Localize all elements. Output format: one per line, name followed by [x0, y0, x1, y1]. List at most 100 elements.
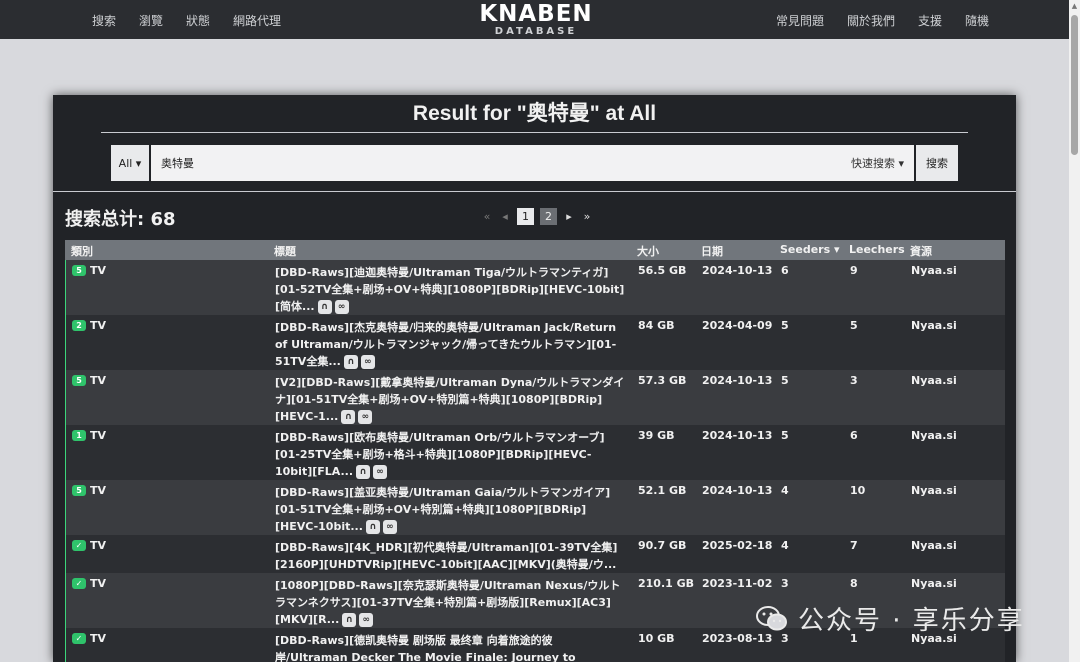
header-date[interactable]: 日期: [701, 243, 723, 259]
next-page-icon[interactable]: ▸: [563, 210, 575, 223]
page-1[interactable]: 1: [517, 208, 534, 225]
category-label[interactable]: TV: [90, 632, 106, 645]
category-label[interactable]: TV: [90, 539, 106, 552]
size-cell: 84 GB: [638, 319, 675, 332]
leechers-cell: 3: [850, 374, 858, 387]
source-cell[interactable]: Nyaa.si: [911, 577, 957, 590]
category-cell: 5 TV: [72, 374, 106, 387]
source-cell[interactable]: Nyaa.si: [911, 374, 957, 387]
source-cell[interactable]: Nyaa.si: [911, 539, 957, 552]
table-row[interactable]: 5 TV [V2][DBD-Raws][戴拿奥特曼/Ultraman Dyna/ウル…: [65, 370, 1005, 425]
date-cell: 2024-04-09: [702, 319, 773, 332]
link-icon[interactable]: ∞: [373, 465, 388, 479]
link-icon[interactable]: ∞: [334, 300, 349, 314]
leechers-cell: 8: [850, 577, 858, 590]
site-logo[interactable]: KNABEN DATABASE: [476, 2, 596, 37]
page-scrollbar[interactable]: ▲: [1069, 0, 1080, 662]
nav-about[interactable]: 關於我們: [847, 12, 895, 29]
table-row[interactable]: 1 TV [DBD-Raws][欧布奥特曼/Ultraman Orb/ウルトラマンオ…: [65, 425, 1005, 480]
result-title-link[interactable]: [DBD-Raws][欧布奥特曼/Ultraman Orb/ウルトラマンオーブ]…: [275, 431, 605, 478]
header-seeders[interactable]: Seeders ▾: [780, 243, 840, 256]
nav-proxy[interactable]: 網路代理: [233, 12, 281, 29]
results-panel: Result for "奥特曼" at All All ▾ 奥特曼 快速搜索 ▾…: [53, 95, 1016, 662]
link-icon[interactable]: ∞: [360, 355, 375, 369]
table-row[interactable]: 5 TV [DBD-Raws][迪迦奥特曼/Ultraman Tiga/ウルトラマン…: [65, 260, 1005, 315]
nav-random[interactable]: 隨機: [965, 12, 989, 29]
last-page-icon[interactable]: »: [581, 210, 593, 223]
magnet-icon[interactable]: ∩: [356, 465, 371, 479]
file-count-badge: 1: [72, 430, 86, 441]
date-cell: 2024-10-13: [702, 429, 773, 442]
category-label[interactable]: TV: [90, 264, 106, 277]
first-page-icon[interactable]: «: [481, 210, 493, 223]
category-label[interactable]: TV: [90, 577, 106, 590]
result-title-link[interactable]: [DBD-Raws][4K_HDR][初代奥特曼/Ultraman][01-39…: [275, 541, 617, 571]
search-button[interactable]: 搜索: [916, 145, 958, 181]
category-cell: 5 TV: [72, 484, 106, 497]
title-cell: [V2][DBD-Raws][戴拿奥特曼/Ultraman Dyna/ウルトラマ…: [275, 374, 625, 425]
header-size[interactable]: 大小: [637, 243, 659, 259]
page-2[interactable]: 2: [540, 208, 557, 225]
panel-divider: [53, 191, 1016, 192]
nav-search[interactable]: 搜索: [92, 12, 116, 29]
quick-search-dropdown[interactable]: 快速搜索 ▾: [851, 145, 904, 181]
seeders-cell: 5: [781, 374, 789, 387]
result-title-link[interactable]: [DBD-Raws][杰克奥特曼/归来的奥特曼/Ultraman Jack/Re…: [275, 321, 616, 368]
file-count-badge: 5: [72, 375, 86, 386]
file-count-badge: ✓: [72, 578, 86, 589]
scroll-up-arrow-icon[interactable]: ▲: [1070, 2, 1079, 11]
size-cell: 39 GB: [638, 429, 675, 442]
table-row[interactable]: 2 TV [DBD-Raws][杰克奥特曼/归来的奥特曼/Ultraman Jack…: [65, 315, 1005, 370]
date-cell: 2025-02-18: [702, 539, 773, 552]
source-cell[interactable]: Nyaa.si: [911, 264, 957, 277]
size-cell: 10 GB: [638, 632, 675, 645]
magnet-icon[interactable]: ∩: [317, 300, 332, 314]
leechers-cell: 5: [850, 319, 858, 332]
header-leechers[interactable]: Leechers: [849, 243, 905, 256]
table-row[interactable]: 5 TV [DBD-Raws][盖亚奥特曼/Ultraman Gaia/ウルトラマン…: [65, 480, 1005, 535]
scroll-thumb[interactable]: [1071, 15, 1078, 155]
date-cell: 2023-11-02: [702, 577, 773, 590]
search-input[interactable]: 奥特曼 快速搜索 ▾: [151, 145, 914, 181]
link-icon[interactable]: ∞: [359, 613, 374, 627]
category-label[interactable]: TV: [90, 429, 106, 442]
result-title-link[interactable]: [DBD-Raws][盖亚奥特曼/Ultraman Gaia/ウルトラマンガイア…: [275, 486, 610, 533]
leechers-cell: 10: [850, 484, 866, 497]
title-cell: [DBD-Raws][盖亚奥特曼/Ultraman Gaia/ウルトラマンガイア…: [275, 484, 625, 535]
result-title-link[interactable]: [DBD-Raws][德凯奥特曼 剧场版 最终章 向着旅途的彼岸/Ultrama…: [275, 634, 576, 662]
category-cell: 1 TV: [72, 429, 106, 442]
magnet-icon[interactable]: ∩: [343, 355, 358, 369]
source-cell[interactable]: Nyaa.si: [911, 484, 957, 497]
size-cell: 210.1 GB: [638, 577, 695, 590]
nav-browse[interactable]: 瀏覽: [139, 12, 163, 29]
link-icon[interactable]: ∞: [358, 410, 373, 424]
magnet-icon[interactable]: ∩: [365, 520, 380, 534]
nav-support[interactable]: 支援: [918, 12, 942, 29]
source-cell[interactable]: Nyaa.si: [911, 429, 957, 442]
seeders-cell: 6: [781, 264, 789, 277]
leechers-cell: 7: [850, 539, 858, 552]
result-title-link[interactable]: [1080P][DBD-Raws][奈克瑟斯奥特曼/Ultraman Nexus…: [275, 579, 620, 626]
magnet-icon[interactable]: ∩: [341, 410, 356, 424]
prev-page-icon[interactable]: ◂: [499, 210, 511, 223]
category-label[interactable]: TV: [90, 374, 106, 387]
nav-faq[interactable]: 常見問題: [776, 12, 824, 29]
header-category[interactable]: 類別: [71, 243, 93, 259]
result-title-link[interactable]: [V2][DBD-Raws][戴拿奥特曼/Ultraman Dyna/ウルトラマ…: [275, 376, 624, 423]
category-label[interactable]: TV: [90, 319, 106, 332]
header-source[interactable]: 資源: [910, 243, 932, 259]
nav-left: 搜索 瀏覽 狀態 網路代理: [92, 12, 304, 29]
category-label[interactable]: TV: [90, 484, 106, 497]
page-title: Result for "奥特曼" at All: [412, 102, 657, 125]
link-icon[interactable]: ∞: [382, 520, 397, 534]
title-cell: [DBD-Raws][德凯奥特曼 剧场版 最终章 向着旅途的彼岸/Ultrama…: [275, 632, 625, 662]
table-row[interactable]: ✓ TV [DBD-Raws][4K_HDR][初代奥特曼/Ultraman][01…: [65, 535, 1005, 589]
source-cell[interactable]: Nyaa.si: [911, 319, 957, 332]
category-cell: ✓ TV: [72, 539, 106, 552]
magnet-icon[interactable]: ∩: [342, 613, 357, 627]
category-cell: ✓ TV: [72, 577, 106, 590]
header-title[interactable]: 標題: [274, 243, 296, 259]
nav-status[interactable]: 狀態: [186, 12, 210, 29]
title-divider: [101, 132, 968, 133]
category-dropdown[interactable]: All ▾: [111, 145, 151, 181]
